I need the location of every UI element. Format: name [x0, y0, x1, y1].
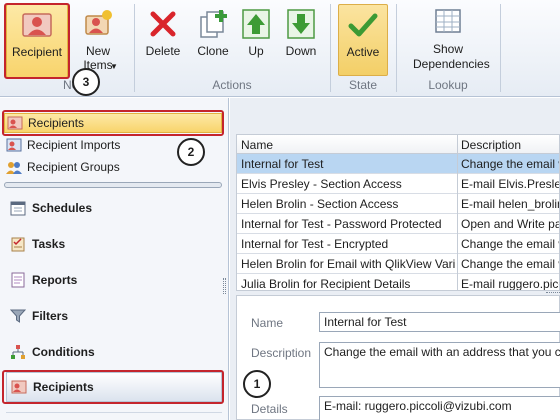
resize-grip[interactable] [223, 278, 226, 294]
cell-name: Internal for Test [241, 157, 324, 171]
up-label: Up [248, 44, 264, 58]
callout-3: 3 [72, 68, 100, 96]
cell-description: Change the email with an address that yo… [461, 157, 559, 171]
group-separator [134, 4, 135, 92]
active-label: Active [346, 45, 380, 59]
table-row[interactable]: Internal for Test Change the email with … [237, 154, 559, 174]
recipients-grid: Name Description Internal for Test Chang… [236, 134, 560, 291]
column-divider[interactable] [457, 135, 458, 290]
navigation-pane: Recipients Recipient Imports Recipient G… [0, 98, 229, 420]
grid-header: Name Description [237, 135, 559, 154]
cell-name: Julia Brolin for Recipient Details [241, 277, 411, 291]
delete-icon [150, 11, 176, 37]
details-label: Details [251, 402, 288, 416]
cell-name: Internal for Test - Password Protected [241, 217, 442, 231]
arrow-up-icon [242, 9, 270, 39]
clone-button[interactable]: Clone [192, 4, 234, 59]
highlight-box-recipient-button [4, 3, 70, 79]
conditions-icon [11, 345, 25, 359]
cell-name: Elvis Presley - Section Access [241, 177, 402, 191]
nav-scrollbar[interactable] [4, 182, 222, 188]
dependencies-icon [435, 9, 461, 33]
sub-item-label: Recipient Groups [27, 160, 120, 174]
callout-1: 1 [243, 370, 271, 398]
cell-name: Helen Brolin - Section Access [241, 197, 399, 211]
down-button[interactable]: Down [282, 4, 320, 59]
cell-description: E-mail helen_brolin@hotmail.com [461, 197, 560, 211]
up-button[interactable]: Up [240, 4, 272, 59]
delete-button[interactable]: Delete [142, 4, 184, 59]
recipient-details-panel: Name Internal for Test Description Chang… [236, 295, 560, 420]
nav-item-label: Reports [32, 273, 78, 287]
reports-icon [11, 272, 25, 288]
description-label: Description [251, 346, 312, 360]
sub-item-label: Recipient Imports [27, 138, 121, 152]
nav-item-label: Conditions [32, 345, 95, 359]
column-header-description[interactable]: Description [461, 138, 521, 152]
clone-label: Clone [197, 44, 229, 58]
table-row[interactable]: Internal for Test - Password Protected O… [237, 214, 559, 234]
name-label: Name [251, 316, 284, 330]
table-row[interactable]: Elvis Presley - Section Access E-mail El… [237, 174, 559, 194]
active-toggle-button[interactable]: Active [338, 4, 388, 76]
nav-item-schedules[interactable]: Schedules [6, 193, 222, 223]
cell-description: Change the email with an address [461, 237, 559, 251]
description-field[interactable]: Change the email with an address that yo… [319, 342, 560, 388]
cell-description: Open and Write password [461, 217, 559, 231]
details-field[interactable]: E-mail: ruggero.piccoli@vizubi.com [319, 396, 560, 420]
nav-item-label: Filters [32, 309, 69, 323]
table-row[interactable]: Julia Brolin for Recipient Details E-mai… [237, 274, 559, 291]
table-row[interactable]: Internal for Test - Encrypted Change the… [237, 234, 559, 254]
group-label-lookup: Lookup [428, 78, 468, 92]
nav-item-conditions[interactable]: Conditions [6, 337, 222, 367]
clone-icon [200, 10, 227, 38]
checkmark-icon [348, 13, 378, 37]
show-dependencies-button[interactable]: Show Dependencies [404, 4, 492, 72]
group-separator [396, 4, 397, 92]
group-label-state: State [348, 78, 378, 92]
arrow-down-icon [287, 9, 315, 39]
highlight-box-nav-recipients [2, 370, 224, 404]
down-label: Down [285, 44, 317, 58]
table-row[interactable]: Helen Brolin - Section Access E-mail hel… [237, 194, 560, 214]
filter-icon [10, 309, 26, 323]
new-items-button[interactable]: New Items ▼ [74, 8, 122, 72]
cell-description: E-mail ruggero.piccoli@vizubi.com [461, 277, 559, 291]
nav-item-label: Tasks [32, 237, 66, 251]
group-separator [500, 4, 501, 92]
recipient-import-icon [6, 138, 22, 152]
group-label-actions: Actions [212, 78, 252, 92]
cell-description: Change the email with an address [461, 257, 559, 271]
delete-label: Delete [145, 44, 181, 58]
callout-2: 2 [177, 138, 205, 166]
highlight-box-sub-recipients [2, 110, 224, 136]
nav-item-reports[interactable]: Reports [6, 265, 222, 295]
group-separator [330, 4, 331, 92]
main-pane: Name Description Internal for Test Chang… [230, 98, 560, 420]
show-dependencies-label: Show Dependencies [413, 42, 490, 71]
new-items-icon [85, 10, 112, 35]
name-field[interactable]: Internal for Test [319, 312, 560, 332]
nav-item-filters[interactable]: Filters [6, 301, 222, 331]
nav-item-tasks[interactable]: Tasks [6, 229, 222, 259]
cell-description: E-mail Elvis.Presley@qlikview.com [461, 177, 559, 191]
table-row[interactable]: Helen Brolin for Email with QlikView Var… [237, 254, 559, 274]
nav-item-partial [6, 412, 222, 420]
cell-name: Helen Brolin for Email with QlikView Var… [241, 257, 455, 271]
recipient-group-icon [6, 162, 22, 174]
tasks-icon [11, 237, 25, 252]
nav-item-label: Schedules [32, 201, 93, 215]
column-header-name[interactable]: Name [241, 138, 273, 152]
cell-name: Internal for Test - Encrypted [241, 237, 389, 251]
chevron-down-icon: ▼ [110, 62, 118, 71]
schedules-icon [10, 201, 26, 216]
